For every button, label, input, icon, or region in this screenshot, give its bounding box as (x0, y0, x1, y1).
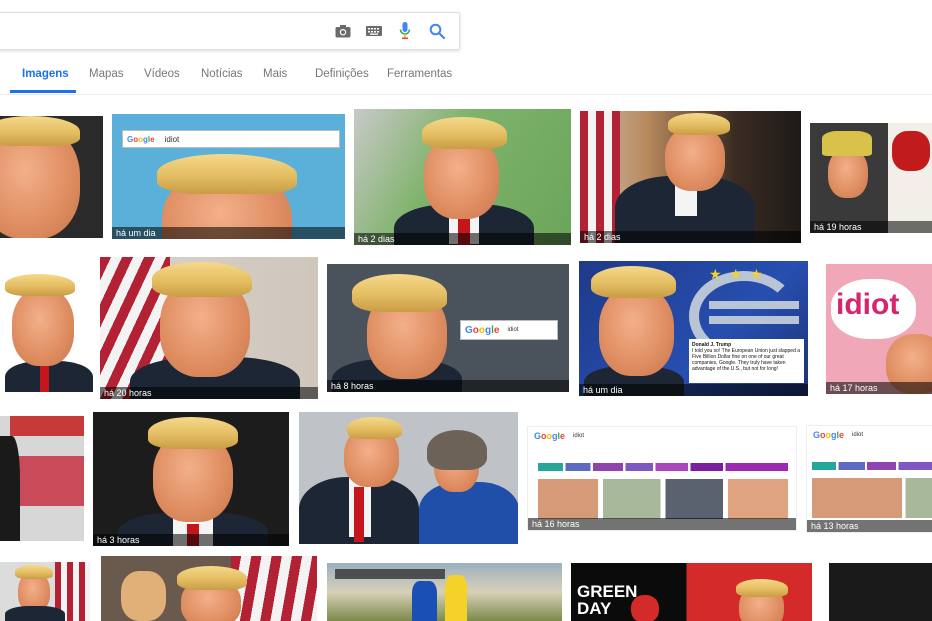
camera-icon[interactable] (331, 19, 355, 43)
search-input[interactable] (5, 21, 319, 43)
image-result[interactable] (0, 116, 103, 238)
keyboard-icon[interactable] (362, 19, 386, 43)
search-screenshot-bar: Google idiot (530, 429, 724, 443)
search-screenshot-text: idiot (164, 134, 180, 144)
image-result[interactable] (829, 563, 932, 621)
result-time: há um dia (579, 384, 808, 396)
search-screenshot-text: idiot (573, 433, 585, 439)
search-icon[interactable] (425, 19, 449, 43)
result-time: há 16 horas (528, 518, 796, 530)
image-result[interactable] (101, 556, 317, 621)
microphone-icon[interactable] (393, 19, 417, 43)
image-result[interactable] (299, 412, 518, 544)
image-result[interactable]: há 3 horas (93, 412, 289, 546)
image-result[interactable]: há 20 horas (100, 257, 318, 399)
image-result[interactable]: há 2 dias (580, 111, 801, 243)
tab-tools[interactable]: Ferramentas (387, 68, 452, 80)
image-result[interactable]: há 19 horas (810, 123, 932, 233)
tweet-text: I told you so! The European Union just s… (692, 348, 801, 372)
sign-text: idiot (836, 288, 900, 321)
search-screenshot-bar: Google idiot (809, 428, 932, 442)
result-time: há 2 dias (354, 233, 571, 245)
tab-videos[interactable]: Vídeos (144, 68, 180, 80)
search-screenshot-bar: Google idiot (122, 130, 340, 148)
search-screenshot-bar: Google idiot (460, 320, 558, 340)
image-result[interactable]: ★★★ Donald J. Trump I told you so! The E… (579, 261, 808, 396)
image-result[interactable]: Google idiot há 8 horas (327, 264, 569, 392)
search-screenshot-text: idiot (852, 432, 864, 438)
image-result[interactable]: Google idiot há 13 horas (806, 425, 932, 533)
star-icons: ★★★ (709, 266, 771, 282)
album-text: GREEN DAY (577, 582, 638, 618)
image-result[interactable]: idiot há 17 horas (826, 264, 932, 394)
active-tab-indicator (10, 90, 76, 93)
result-time: há 8 horas (327, 380, 569, 392)
image-result[interactable] (0, 562, 90, 621)
result-time: há 17 horas (826, 382, 932, 394)
image-result[interactable] (0, 416, 84, 541)
result-time: há 19 horas (810, 221, 932, 233)
result-time: há 2 dias (580, 231, 801, 243)
tab-images[interactable]: Imagens (22, 68, 69, 80)
google-logo: Google (813, 430, 845, 440)
result-time: há um dia (112, 227, 345, 239)
google-logo: Google (534, 431, 566, 441)
tab-more[interactable]: Mais (263, 68, 287, 80)
search-tabs: Imagens Mapas Vídeos Notícias Mais Defin… (0, 60, 932, 95)
search-box[interactable] (0, 12, 460, 50)
tweet-card: Donald J. Trump I told you so! The Europ… (689, 339, 804, 383)
tab-settings[interactable]: Definições (315, 68, 369, 80)
google-logo: Google (465, 324, 500, 336)
tab-maps[interactable]: Mapas (89, 68, 124, 80)
google-logo: Google (127, 134, 155, 144)
image-result[interactable]: Google idiot há um dia (112, 114, 345, 239)
image-result[interactable]: há 2 dias (354, 109, 571, 245)
image-result[interactable]: GREEN DAY (571, 563, 812, 621)
image-result[interactable]: Google idiot há 16 horas (527, 426, 797, 531)
search-screenshot-text: idiot (507, 327, 519, 333)
result-time: há 13 horas (807, 520, 932, 532)
image-result[interactable] (0, 266, 93, 392)
image-result[interactable] (327, 563, 562, 621)
tab-news[interactable]: Notícias (201, 68, 243, 80)
result-time: há 20 horas (100, 387, 318, 399)
result-time: há 3 horas (93, 534, 289, 546)
